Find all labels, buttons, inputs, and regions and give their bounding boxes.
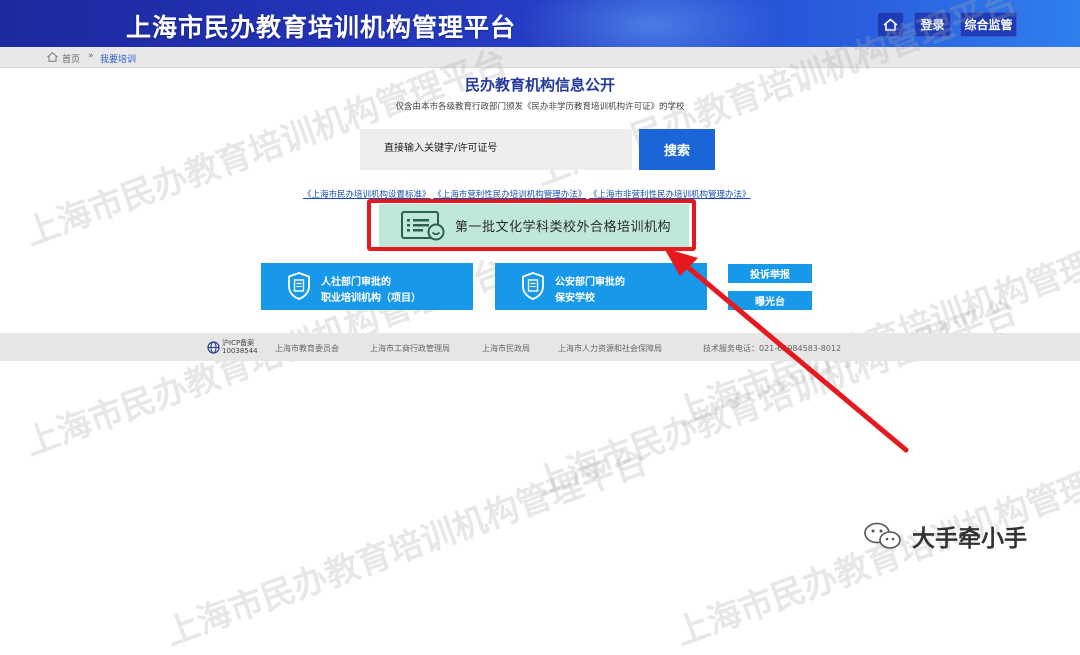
login-button[interactable]: 登录 — [914, 12, 951, 37]
shield-document-icon — [522, 272, 544, 300]
monitor-button[interactable]: 综合监管 — [960, 12, 1017, 37]
exposure-button[interactable]: 曝光台 — [728, 291, 812, 310]
footer-link-education[interactable]: 上海市教育委员会 — [275, 343, 339, 354]
footer-link-civil[interactable]: 上海市民政局 — [482, 343, 530, 354]
site-title: 上海市民办教育培训机构管理平台 — [126, 13, 517, 42]
wechat-watermark: 大手牵小手 — [862, 519, 1027, 553]
vocational-training-card[interactable]: 人社部门审批的 职业培训机构（项目） — [261, 263, 473, 310]
footer-link-hr[interactable]: 上海市人力资源和社会保障局 — [558, 343, 662, 354]
header-glow — [520, 0, 780, 47]
security-school-card[interactable]: 公安部门审批的 保安学校 — [495, 263, 707, 310]
globe-icon — [207, 341, 220, 354]
search-button[interactable]: 搜索 — [639, 129, 715, 170]
breadcrumb-home[interactable]: 首页 — [62, 52, 80, 65]
home-icon — [883, 18, 898, 31]
breadcrumb: 首页 » 我要培训 — [0, 47, 1080, 68]
wechat-icon — [864, 522, 901, 549]
home-button[interactable] — [877, 12, 904, 37]
breadcrumb-home-icon — [47, 52, 58, 62]
card-line1: 公安部门审批的 — [555, 277, 625, 288]
card-line2: 职业培训机构（项目） — [321, 293, 421, 304]
support-phone: 技术服务电话：021-65984583-8012 — [703, 344, 842, 353]
red-highlight-frame — [367, 199, 696, 251]
search-input[interactable] — [382, 142, 626, 155]
complaint-button[interactable]: 投诉举报 — [728, 264, 812, 283]
page-title: 民办教育机构信息公开 — [464, 76, 615, 94]
breadcrumb-current[interactable]: 我要培训 — [100, 52, 136, 65]
footer-link-commerce[interactable]: 上海市工商行政管理局 — [370, 343, 450, 354]
wechat-account-name: 大手牵小手 — [912, 526, 1027, 552]
watermark: 上海市民办教育培训机构管理平台 — [529, 291, 1023, 504]
footer: 沪ICP备案 10038544 上海市教育委员会 上海市工商行政管理局 上海市民… — [0, 333, 1080, 361]
search-box — [360, 129, 632, 170]
watermark: 上海市民办教育培训机构管理平台 — [159, 441, 653, 654]
breadcrumb-separator: » — [88, 51, 94, 61]
header-bar: 上海市民办教育培训机构管理平台 登录 综合监管 — [0, 0, 1080, 47]
page-subtitle: 仅含由本市各级教育行政部门颁发《民办非学历教育培训机构许可证》的学校 — [395, 102, 685, 112]
shield-document-icon — [288, 272, 310, 300]
card-line1: 人社部门审批的 — [321, 277, 391, 288]
icp-number: 10038544 — [222, 347, 258, 355]
watermark: 上海市民办教育培训机构管理平台 — [669, 221, 1080, 434]
card-line2: 保安学校 — [555, 293, 595, 304]
